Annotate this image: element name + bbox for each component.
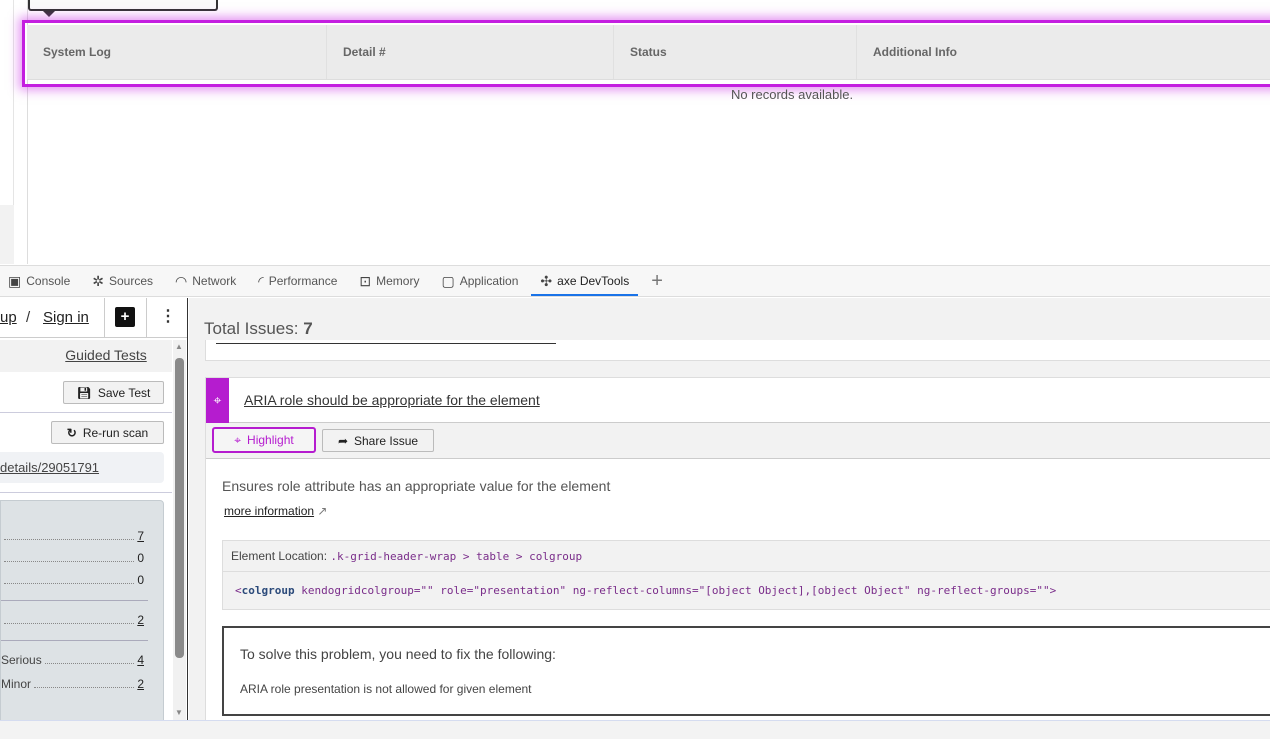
save-test-button[interactable]: 💾︎ Save Test <box>63 381 164 404</box>
summary-count: 0 <box>137 573 144 587</box>
issue-title-link[interactable]: ARIA role should be appropriate for the … <box>244 392 540 408</box>
element-selector[interactable]: .k-grid-header-wrap > table > colgroup <box>330 550 582 563</box>
divider <box>1 640 148 641</box>
tab-label: Network <box>192 274 237 288</box>
tab-console[interactable]: ▣ Console <box>0 266 81 296</box>
share-issue-button[interactable]: ➦ Share Issue <box>322 429 434 452</box>
status-strip <box>0 720 1270 739</box>
console-icon: ▣ <box>8 272 22 289</box>
sign-in-link[interactable]: Sign in <box>43 309 89 326</box>
devtools-tab-bar: ▣ Console ✲ Sources ◠ Network ◜ Performance … <box>0 265 1270 297</box>
element-location: Element Location: .k-grid-header-wrap > … <box>222 540 1270 572</box>
summary-row: 7 <box>1 529 144 543</box>
summary-row-serious: Serious 4 <box>1 653 144 667</box>
axe-left-panel: up / Sign in + ⋮ Guided Tests 💾︎ Save Tes… <box>0 298 188 722</box>
divider <box>0 412 172 413</box>
rerun-scan-button[interactable]: ↻ Re-run scan <box>51 421 164 444</box>
fix-title: To solve this problem, you need to fix t… <box>240 646 556 662</box>
summary-row: 0 <box>1 551 144 565</box>
summary-row: 0 <box>1 573 144 587</box>
total-issues: Total Issues: 7 <box>204 319 313 338</box>
axe-results-panel: Total Issues: 7 ⌖ ARIA role should be ap… <box>189 298 1270 727</box>
external-link-icon: ↗ <box>317 504 328 518</box>
fix-item: ARIA role presentation is not allowed fo… <box>240 682 532 696</box>
element-highlight-overlay <box>22 20 1270 87</box>
button-label: Re-run scan <box>82 425 149 440</box>
tab-memory[interactable]: ⊡ Memory <box>348 266 430 296</box>
chip-icon: ⊡ <box>359 272 372 289</box>
new-scan-icon[interactable]: + <box>115 307 135 327</box>
tab-label: Application <box>459 274 519 288</box>
scan-url-link[interactable]: details/29051791 <box>0 460 99 475</box>
tab-application[interactable]: ▢ Application <box>430 266 529 296</box>
share-icon: ➦ <box>337 433 348 448</box>
tab-axe-devtools[interactable]: ✣ axe DevTools <box>529 266 640 296</box>
scroll-up-icon[interactable]: ▲ <box>175 342 183 351</box>
window-icon: ▢ <box>441 272 455 289</box>
crosshair-icon: ⌖ <box>234 432 242 447</box>
empty-message: No records available. <box>730 87 854 102</box>
page-sidebar <box>0 0 14 205</box>
gauge-icon: ◜ <box>258 272 264 289</box>
scroll-down-icon[interactable]: ▼ <box>175 708 183 717</box>
puzzle-icon: ✣ <box>540 272 553 289</box>
summary-count[interactable]: 2 <box>137 677 144 691</box>
scrollbar-thumb[interactable] <box>175 358 184 658</box>
crosshair-icon: ⌖ <box>206 378 229 423</box>
button-label: Save Test <box>97 385 151 400</box>
account-header: up / Sign in + ⋮ <box>0 298 187 338</box>
tooltip-arrow <box>42 10 56 17</box>
summary-count[interactable]: 2 <box>137 613 144 627</box>
page-sidebar-footer <box>0 205 14 264</box>
issue-description: Ensures role attribute has an appropriat… <box>222 478 611 494</box>
tab-label: Memory <box>376 274 420 288</box>
issue-summary: 7 0 0 2 Serious 4 Minor 2 <box>0 500 164 722</box>
button-label: Share Issue <box>354 433 419 448</box>
save-icon: 💾︎ <box>76 385 92 400</box>
bug-icon: ✲ <box>92 272 104 289</box>
sign-up-link[interactable]: up <box>0 309 17 326</box>
add-tab-button[interactable]: + <box>640 266 674 296</box>
button-label: Highlight <box>247 433 294 447</box>
wifi-icon: ◠ <box>175 272 188 289</box>
previous-issue-card <box>205 340 1270 361</box>
tab-label: Performance <box>268 274 338 288</box>
highlight-button[interactable]: ⌖ Highlight <box>212 427 316 453</box>
summary-count[interactable]: 7 <box>137 529 144 543</box>
issue-header: ⌖ ARIA role should be appropriate for th… <box>206 378 1270 423</box>
more-menu-icon[interactable]: ⋮ <box>160 306 176 326</box>
tab-performance[interactable]: ◜ Performance <box>247 266 348 296</box>
element-source: <colgroup kendogridcolgroup="" role="pre… <box>222 572 1270 610</box>
tab-sources[interactable]: ✲ Sources <box>81 266 164 296</box>
separator: / <box>26 309 31 326</box>
summary-count[interactable]: 4 <box>137 653 144 667</box>
more-information-link[interactable]: more information <box>224 504 314 518</box>
tab-label: Sources <box>109 274 154 288</box>
guided-tests-link[interactable]: Guided Tests <box>65 347 146 363</box>
divider <box>146 298 147 338</box>
tab-label: Console <box>26 274 71 288</box>
fix-box: To solve this problem, you need to fix t… <box>222 626 1270 716</box>
issue-card: ⌖ ARIA role should be appropriate for th… <box>205 377 1270 727</box>
divider <box>1 600 148 601</box>
summary-row-minor: Minor 2 <box>1 677 144 691</box>
refresh-icon: ↻ <box>66 425 77 440</box>
divider <box>0 492 172 493</box>
summary-count: 0 <box>137 551 144 565</box>
web-page: System Log Detail # Status Additional In… <box>0 0 1270 264</box>
scrollbar[interactable]: ▲ ▼ <box>173 340 186 720</box>
divider <box>104 298 105 338</box>
tab-network[interactable]: ◠ Network <box>164 266 247 296</box>
summary-row: 2 <box>1 613 144 627</box>
plus-icon: + <box>651 269 663 292</box>
tab-label: axe DevTools <box>557 274 630 288</box>
tooltip <box>28 0 218 11</box>
